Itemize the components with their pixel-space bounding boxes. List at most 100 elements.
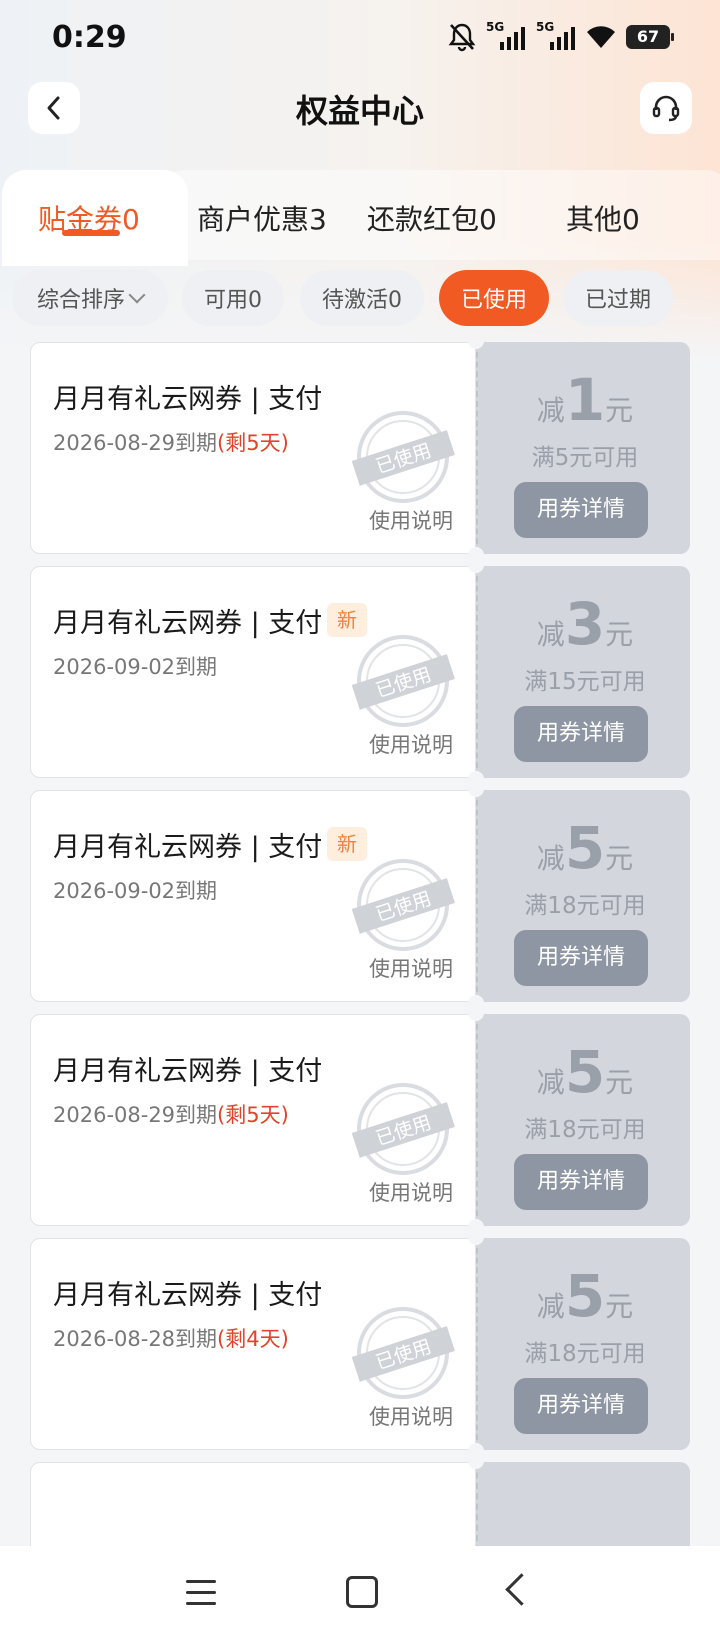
wifi-icon [587,26,615,48]
amount-prefix: 减 [536,1290,565,1323]
filter-used[interactable]: 已使用 [439,270,549,326]
amount-unit: 元 [605,394,634,427]
amount-prefix: 减 [536,394,565,427]
status-icons: 5G 5G 67 [448,20,674,52]
coupon-info: 月月有礼云网券 | 支付 2026-08-28到期(剩4天) 已使用 使用说明 [30,1238,476,1450]
coupon-value-panel: 减1元 满5元可用 用券详情 [476,342,690,554]
home-icon[interactable] [346,1576,378,1608]
coupon-value-panel: 减5元 满18元可用 用券详情 [476,1014,690,1226]
coupon-detail-button[interactable]: 用券详情 [514,1154,648,1210]
days-remaining: (剩5天) [217,1103,289,1127]
coupon-expiry: 2026-08-29到期(剩5天) [53,1099,289,1129]
status-time: 0:29 [52,20,127,55]
coupon-title: 月月有礼云网券 | 支付 [53,1280,323,1311]
expiry-date: 2026-08-28到期 [53,1327,218,1351]
amount-unit: 元 [605,618,634,651]
page-title: 权益中心 [295,92,424,130]
battery-icon: 67 [626,25,674,49]
discount-amount: 减1元 [478,366,692,434]
amount-prefix: 减 [536,842,565,875]
usage-instructions-link[interactable]: 使用说明 [369,1177,453,1207]
coupon-card[interactable]: 月月有礼云网券 | 支付 新 2026-09-02到期 已使用 使用说明 减5元… [30,789,690,1003]
customer-service-button[interactable] [640,82,692,134]
usage-condition: 满5元可用 [531,445,639,471]
coupon-info: 月月有礼云网券 | 支付 2026-08-29到期(剩5天) 已使用 使用说明 [30,1014,476,1226]
used-stamp-icon: 已使用 [351,635,455,727]
back-icon[interactable] [505,1573,538,1606]
coupon-card[interactable]: 月月有礼云网券 | 支付 新 2026-09-02到期 已使用 使用说明 减3元… [30,565,690,779]
used-stamp-icon: 已使用 [351,1083,455,1175]
usage-condition: 满15元可用 [524,669,646,695]
amount-prefix: 减 [536,618,565,651]
days-remaining: (剩5天) [217,431,289,455]
expiry-date: 2026-09-02到期 [53,655,218,679]
signal-icon: 5G [486,20,526,52]
coupon-value-panel: 减5元 满18元可用 用券详情 [476,790,690,1002]
usage-condition: 满18元可用 [524,893,646,919]
used-stamp-icon: 已使用 [351,859,455,951]
expiry-date: 2026-08-29到期 [53,431,218,455]
status-bar: 0:29 5G 5G 67 [0,0,720,80]
amount-value: 3 [564,590,606,658]
coupon-info: 月月有礼云网券 | 支付 新 2026-09-02到期 已使用 使用说明 [30,790,476,1002]
coupon-card[interactable]: 月月有礼云网券 | 支付 2026-08-28到期(剩4天) 已使用 使用说明 … [30,1237,690,1451]
usage-instructions-link[interactable]: 使用说明 [369,1401,453,1431]
discount-amount: 减5元 [478,1262,692,1330]
sort-label: 综合排序 [36,288,125,313]
used-stamp-icon: 已使用 [351,1307,455,1399]
coupon-detail-button[interactable]: 用券详情 [514,482,648,538]
discount-amount: 减5元 [478,814,692,882]
sort-dropdown[interactable]: 综合排序 [12,270,168,326]
coupon-card[interactable]: 月月有礼云网券 | 支付 2026-08-29到期(剩5天) 已使用 使用说明 … [30,1013,690,1227]
coupon-detail-button[interactable]: 用券详情 [514,706,648,762]
coupon-title: 月月有礼云网券 | 支付 [53,608,323,639]
amount-unit: 元 [605,1066,634,1099]
filter-pending-activation[interactable]: 待激活0 [300,270,424,326]
menu-icon[interactable] [186,1580,216,1606]
coupon-info: 月月有礼云网券 | 支付 2026-08-29到期(剩5天) 已使用 使用说明 [30,342,476,554]
coupon-title: 月月有礼云网券 | 支付 [53,1056,323,1087]
coupon-expiry: 2026-09-02到期 [53,651,217,681]
tab-other[interactable]: 其他0 [566,198,640,238]
usage-condition: 满18元可用 [524,1341,646,1367]
discount-amount: 减3元 [478,590,692,658]
amount-unit: 元 [605,842,634,875]
amount-value: 5 [564,1262,606,1330]
chevron-down-icon [128,286,146,304]
amount-value: 5 [564,814,606,882]
category-tabs: 贴金券0 商户优惠3 还款红包0 其他0 [0,168,720,266]
tab-repayment-redpacket[interactable]: 还款红包0 [367,198,497,238]
usage-condition: 满18元可用 [524,1117,646,1143]
days-remaining: (剩4天) [217,1327,289,1351]
coupon-title: 月月有礼云网券 | 支付 [53,832,323,863]
active-tab-indicator [62,230,120,236]
coupon-expiry: 2026-08-29到期(剩5天) [53,427,289,457]
mute-bell-icon [448,23,476,52]
filter-available[interactable]: 可用0 [182,270,284,326]
amount-value: 1 [564,366,606,434]
filter-expired[interactable]: 已过期 [563,270,673,326]
coupon-card[interactable]: 月月有礼云网券 | 支付 2026-08-29到期(剩5天) 已使用 使用说明 … [30,341,690,555]
filter-bar: 综合排序 可用0 待激活0 已使用 已过期 [0,270,720,330]
coupon-expiry: 2026-09-02到期 [53,875,217,905]
usage-instructions-link[interactable]: 使用说明 [369,953,453,983]
system-nav-bar [0,1546,720,1640]
used-stamp-icon: 已使用 [351,411,455,503]
coupon-detail-button[interactable]: 用券详情 [514,1378,648,1434]
amount-unit: 元 [605,1290,634,1323]
coupon-value-panel: 减5元 满18元可用 用券详情 [476,1238,690,1450]
tab-merchant-offers[interactable]: 商户优惠3 [197,198,327,238]
usage-instructions-link[interactable]: 使用说明 [369,729,453,759]
page-header: 权益中心 [0,80,720,170]
usage-instructions-link[interactable]: 使用说明 [369,505,453,535]
expiry-date: 2026-08-29到期 [53,1103,218,1127]
signal-icon: 5G [536,20,576,52]
coupon-detail-button[interactable]: 用券详情 [514,930,648,986]
expiry-date: 2026-09-02到期 [53,879,218,903]
coupon-info: 月月有礼云网券 | 支付 新 2026-09-02到期 已使用 使用说明 [30,566,476,778]
coupon-title: 月月有礼云网券 | 支付 [53,384,323,415]
coupon-value-panel: 减3元 满15元可用 用券详情 [476,566,690,778]
amount-value: 5 [564,1038,606,1106]
coupon-expiry: 2026-08-28到期(剩4天) [53,1323,289,1353]
discount-amount: 减5元 [478,1038,692,1106]
